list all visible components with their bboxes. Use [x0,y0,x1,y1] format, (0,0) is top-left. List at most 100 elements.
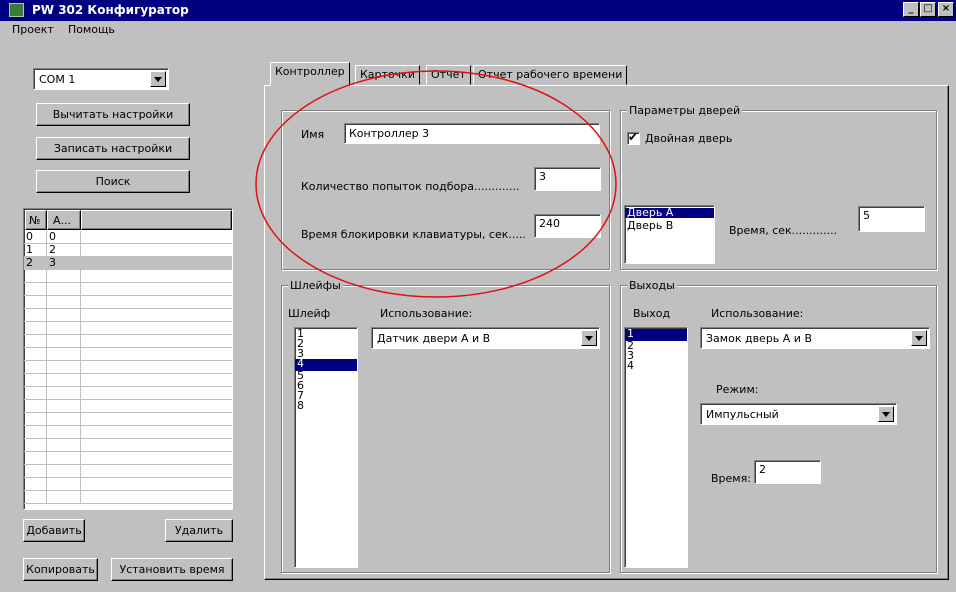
maximize-button[interactable]: □ [920,2,936,17]
list-item[interactable]: 4 [625,360,687,371]
table-cell [24,452,47,465]
table-row-empty[interactable] [24,283,232,296]
table-row-empty[interactable] [24,387,232,400]
output-time-field[interactable]: 2 [754,460,821,484]
table-row-empty[interactable] [24,439,232,452]
table-row-empty[interactable] [24,322,232,335]
controller-grid[interactable]: № А... 0 0 1 2 2 3 [23,208,233,510]
port-select-value: COM 1 [39,73,76,86]
tab-cards[interactable]: Карточки [355,65,420,85]
list-item[interactable]: 8 [295,400,357,411]
double-door-checkbox[interactable]: ✔ [627,130,640,145]
lock-time-field[interactable]: 240 [534,214,601,238]
list-item[interactable]: 4 [295,358,357,371]
tab-worktime-report[interactable]: Отчет рабочего времени [473,65,628,85]
door-time-field[interactable]: 5 [858,206,925,232]
menu-project[interactable]: Проект [12,23,54,36]
chevron-down-icon[interactable] [150,71,166,87]
outputs-group: Выходы Выход Использование: 1 2 3 4 Замо… [620,279,937,573]
loop-usage-select[interactable]: Датчик двери А и В [371,327,600,349]
close-button[interactable]: × [938,2,954,17]
table-cell [47,465,81,478]
list-item[interactable]: 2 [625,340,687,351]
table-cell [24,413,47,426]
minimize-button[interactable]: _ [903,2,919,17]
table-cell [24,400,47,413]
table-cell [47,322,81,335]
search-button[interactable]: Поиск [36,170,190,193]
door-list[interactable]: Дверь А Дверь В [624,205,715,264]
checkmark-icon: ✔ [628,130,639,144]
app-icon [9,3,24,17]
attempts-field[interactable]: 3 [534,167,601,191]
table-row-empty[interactable] [24,335,232,348]
tab-report[interactable]: Отчет [426,65,471,85]
write-settings-button[interactable]: Записать настройки [36,137,190,160]
read-settings-button[interactable]: Вычитать настройки [36,103,190,126]
door-time-field-value: 5 [863,209,870,222]
loops-group: Шлейфы Шлейф Использование: 1 2 3 4 5 6 … [281,279,610,573]
title-bar: PW 302 Конфигуратор _ □ × [0,0,956,21]
name-field[interactable]: Контроллер 3 [344,123,600,144]
menu-bar: Проект Помощь [0,21,956,39]
chevron-down-icon[interactable] [581,330,597,346]
table-row-empty[interactable] [24,491,232,504]
output-mode-select[interactable]: Импульсный [700,403,897,425]
table-row-empty[interactable] [24,296,232,309]
add-button[interactable]: Добавить [23,519,85,542]
table-cell [24,348,47,361]
table-row-empty[interactable] [24,348,232,361]
table-row-empty[interactable] [24,309,232,322]
port-select[interactable]: COM 1 [33,68,169,90]
list-item[interactable]: Дверь А [625,207,714,218]
table-row-empty[interactable] [24,426,232,439]
output-list[interactable]: 1 2 3 4 [624,327,688,568]
table-row-empty[interactable] [24,465,232,478]
set-time-button[interactable]: Установить время [111,558,233,581]
table-cell [47,452,81,465]
table-cell [47,270,81,283]
menu-help[interactable]: Помощь [68,23,115,36]
list-item[interactable]: 7 [295,390,357,401]
tab-controller[interactable]: Контроллер [270,62,350,86]
name-field-value: Контроллер 3 [349,127,430,140]
table-cell [81,257,232,270]
output-time-label: Время: [711,472,751,485]
table-row-empty[interactable] [24,270,232,283]
list-item[interactable]: 3 [625,350,687,361]
list-item[interactable]: Дверь В [625,220,714,231]
table-row-empty[interactable] [24,478,232,491]
table-row-empty[interactable] [24,413,232,426]
table-row-empty[interactable] [24,374,232,387]
attempts-field-value: 3 [539,170,546,183]
table-row-empty[interactable] [24,361,232,374]
list-item[interactable]: 1 [295,328,357,339]
chevron-down-icon[interactable] [878,406,894,422]
window-title: PW 302 Конфигуратор [32,3,189,17]
output-usage-select[interactable]: Замок дверь А и В [700,327,930,349]
list-item[interactable]: 3 [295,348,357,359]
chevron-down-icon[interactable] [911,330,927,346]
grid-header-number[interactable]: № [25,210,47,230]
table-cell [24,478,47,491]
output-mode-value: Импульсный [706,408,779,421]
name-label: Имя [301,128,325,141]
table-row-empty[interactable] [24,400,232,413]
list-item[interactable]: 2 [295,338,357,349]
output-usage-label: Использование: [711,307,804,320]
loop-usage-value: Датчик двери А и В [377,332,491,345]
table-row-empty[interactable] [24,452,232,465]
delete-button[interactable]: Удалить [165,519,233,542]
table-cell [24,387,47,400]
copy-button[interactable]: Копировать [23,558,98,581]
list-item[interactable]: 6 [295,380,357,391]
list-item[interactable]: 5 [295,370,357,381]
table-cell [47,400,81,413]
grid-header-address[interactable]: А... [47,210,81,230]
loop-list[interactable]: 1 2 3 4 5 6 7 8 [294,327,358,568]
list-item[interactable]: 1 [625,328,687,341]
table-cell: 3 [47,257,81,270]
table-row-selected[interactable]: 2 3 [24,257,232,270]
loop-usage-label: Использование: [380,307,473,320]
table-cell [47,439,81,452]
